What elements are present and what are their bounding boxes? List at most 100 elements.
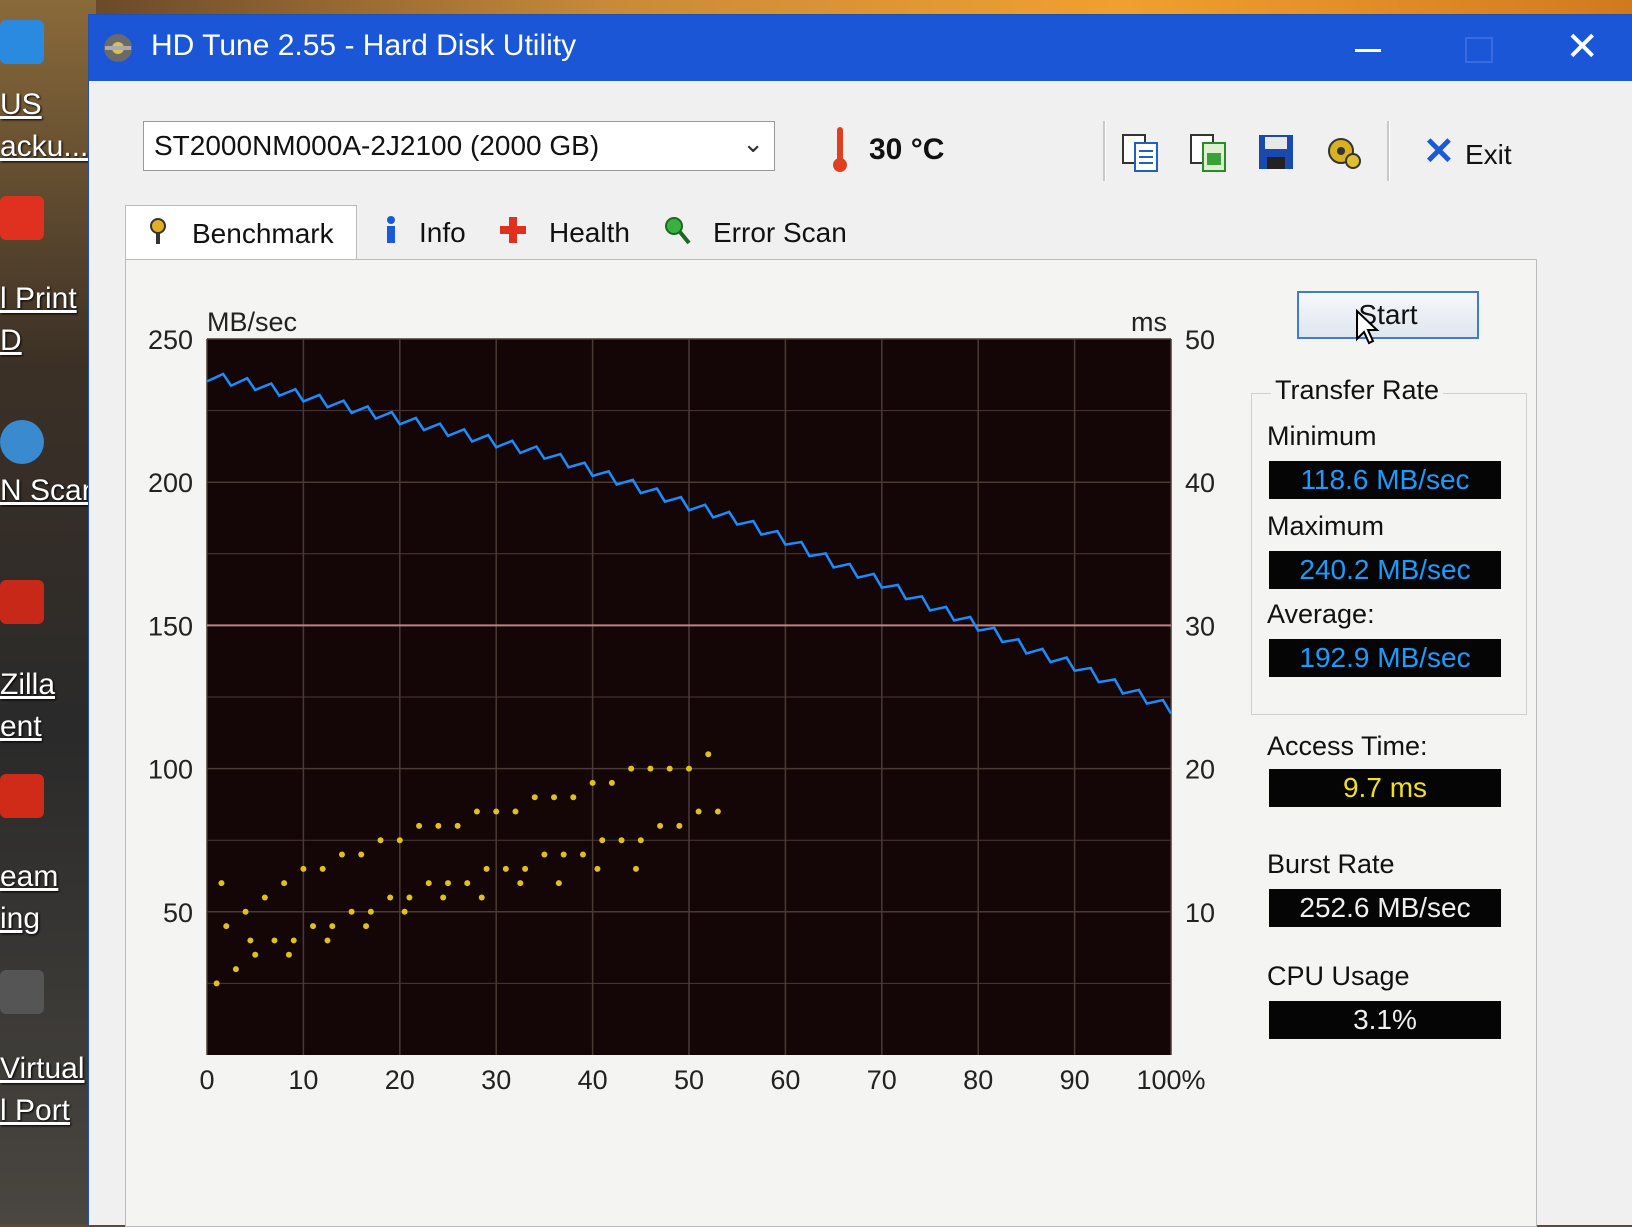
- access-time-point: [445, 880, 451, 887]
- access-time-point: [396, 837, 403, 844]
- minimum-value: 118.6 MB/sec: [1269, 461, 1501, 499]
- access-time-point: [695, 808, 702, 815]
- desktop-label[interactable]: D: [0, 324, 22, 358]
- cpu-usage-label: CPU Usage: [1267, 961, 1410, 991]
- access-time-point: [512, 808, 519, 815]
- access-time-point: [589, 779, 596, 786]
- desktop-label[interactable]: ing: [0, 902, 40, 936]
- desktop-app-icon[interactable]: [0, 580, 44, 624]
- access-time-point: [319, 865, 326, 872]
- access-time-point: [367, 908, 374, 915]
- access-time-point: [560, 851, 567, 858]
- access-time-point: [300, 865, 307, 872]
- x-tick-label: 30: [481, 1065, 511, 1095]
- cpu-usage-value: 3.1%: [1269, 1001, 1501, 1039]
- access-time-point: [377, 837, 384, 844]
- access-time-point: [218, 880, 225, 887]
- y-tick-label: 100: [148, 755, 193, 785]
- access-time-point: [232, 966, 239, 973]
- access-time-point: [541, 851, 548, 858]
- access-time-point: [242, 908, 249, 915]
- access-time-point: [363, 923, 370, 930]
- access-time-point: [555, 880, 562, 887]
- transfer-rate-title: Transfer Rate: [1271, 375, 1444, 406]
- desktop-app-icon[interactable]: [0, 774, 44, 818]
- desktop-label[interactable]: l Print: [0, 282, 77, 316]
- desktop-app-icon[interactable]: [0, 420, 44, 464]
- access-time-point: [223, 923, 230, 930]
- y2-tick-label: 40: [1185, 468, 1215, 498]
- y2-tick-label: 20: [1185, 755, 1215, 785]
- access-time-value: 9.7 ms: [1269, 769, 1501, 807]
- access-time-point: [435, 822, 442, 829]
- y2-tick-label: 10: [1185, 898, 1215, 928]
- desktop-label[interactable]: N Scan: [0, 474, 98, 508]
- y2-tick-label: 50: [1185, 325, 1215, 355]
- desktop-label[interactable]: US: [0, 88, 42, 122]
- desktop-label[interactable]: acku...: [0, 130, 88, 164]
- access-time-point: [647, 765, 654, 772]
- average-value: 192.9 MB/sec: [1269, 639, 1501, 677]
- x-tick-label: 60: [770, 1065, 800, 1095]
- access-time-point: [329, 923, 336, 930]
- desktop-label[interactable]: Zilla: [0, 668, 55, 702]
- access-time-point: [406, 894, 413, 901]
- access-time-point: [531, 794, 538, 801]
- access-time-point: [714, 808, 721, 815]
- access-time-point: [271, 937, 278, 944]
- access-time-label: Access Time:: [1267, 731, 1428, 761]
- access-time-point: [310, 923, 317, 930]
- access-time-point: [493, 808, 500, 815]
- access-time-point: [666, 765, 673, 772]
- access-time-point: [213, 980, 220, 987]
- access-time-point: [440, 894, 447, 901]
- hd-tune-window: HD Tune 2.55 - Hard Disk Utility ✕ ST200…: [88, 14, 1632, 1227]
- access-time-point: [522, 865, 529, 872]
- desktop-label[interactable]: l Port: [0, 1094, 70, 1128]
- access-time-point: [358, 851, 365, 858]
- access-time-point: [657, 822, 664, 829]
- y-tick-label: 250: [148, 325, 193, 355]
- desktop-label[interactable]: Virtual: [0, 1052, 85, 1086]
- access-time-point: [247, 937, 254, 944]
- desktop-label[interactable]: ent: [0, 710, 42, 744]
- minimum-label: Minimum: [1267, 421, 1377, 451]
- access-time-point: [473, 808, 480, 815]
- access-time-point: [594, 865, 601, 872]
- access-time-point: [517, 880, 524, 887]
- desktop-app-icon[interactable]: [0, 196, 44, 240]
- burst-rate-label: Burst Rate: [1267, 849, 1395, 879]
- access-time-point: [618, 837, 625, 844]
- desktop-app-icon[interactable]: [0, 970, 44, 1014]
- access-time-point: [599, 837, 606, 844]
- y2-tick-label: 30: [1185, 611, 1215, 641]
- maximum-label: Maximum: [1267, 511, 1385, 541]
- access-time-point: [324, 937, 331, 944]
- desktop-label[interactable]: eam: [0, 860, 58, 894]
- access-time-point: [387, 894, 394, 901]
- access-time-point: [478, 894, 485, 901]
- y-axis-label: MB/sec: [207, 307, 297, 337]
- access-time-point: [551, 794, 558, 801]
- access-time-point: [261, 894, 268, 901]
- x-tick-label: 90: [1060, 1065, 1090, 1095]
- access-time-point: [454, 822, 461, 829]
- x-tick-label: 100%: [1136, 1065, 1205, 1095]
- access-time-point: [281, 880, 288, 887]
- access-time-point: [686, 765, 692, 772]
- desktop-app-icon[interactable]: [0, 20, 44, 64]
- maximum-value: 240.2 MB/sec: [1269, 551, 1501, 589]
- access-time-point: [570, 794, 577, 801]
- access-time-point: [579, 851, 586, 858]
- y2-axis-label: ms: [1131, 307, 1167, 337]
- access-time-point: [502, 865, 509, 872]
- access-time-point: [676, 822, 683, 829]
- start-button[interactable]: Start: [1297, 291, 1479, 339]
- access-time-point: [416, 822, 423, 829]
- access-time-point: [705, 751, 712, 758]
- access-time-point: [632, 865, 639, 872]
- access-time-point: [637, 837, 644, 844]
- access-time-point: [348, 908, 355, 915]
- x-tick-label: 40: [578, 1065, 608, 1095]
- x-tick-label: 10: [288, 1065, 318, 1095]
